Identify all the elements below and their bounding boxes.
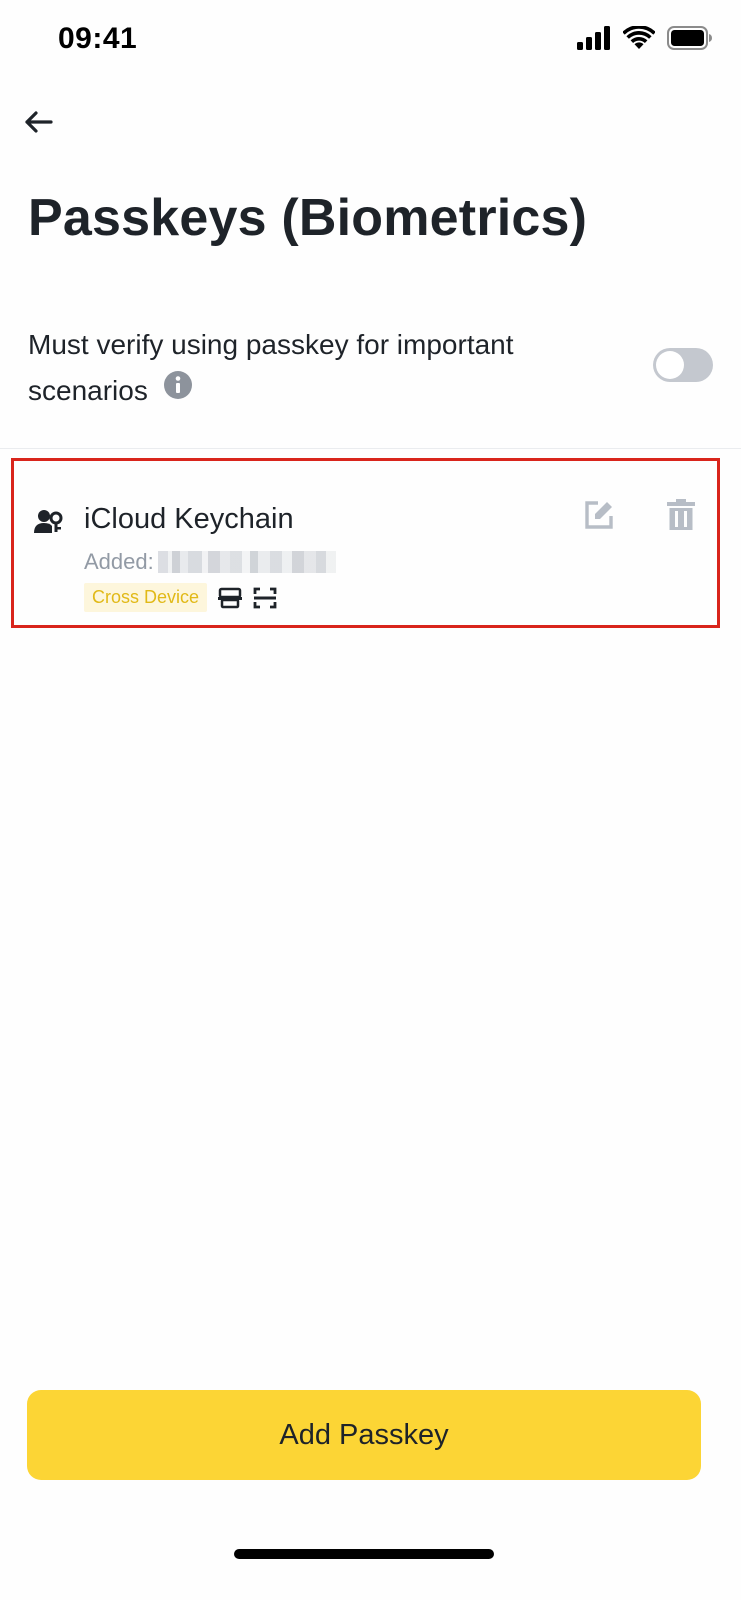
battery-icon	[667, 25, 713, 55]
verify-setting-row: Must verify using passkey for important …	[28, 322, 713, 412]
add-passkey-button[interactable]: Add Passkey	[27, 1390, 701, 1480]
delete-passkey-button[interactable]	[663, 497, 699, 533]
verify-passkey-toggle[interactable]	[653, 348, 713, 382]
signal-icon	[577, 25, 611, 55]
back-button[interactable]	[18, 102, 58, 142]
passkey-added: Added:	[84, 549, 336, 575]
edit-icon	[585, 501, 613, 529]
divider	[0, 448, 741, 449]
user-key-icon	[34, 509, 64, 540]
info-icon[interactable]	[163, 367, 192, 413]
setting-text: Must verify using passkey for important …	[28, 322, 608, 414]
cross-device-badge: Cross Device	[84, 583, 208, 612]
trash-icon	[667, 499, 695, 530]
qr-scan-icon	[253, 587, 277, 609]
arrow-left-icon	[25, 111, 53, 133]
device-sync-icon	[217, 587, 243, 609]
setting-label: Must verify using passkey for important …	[28, 329, 514, 406]
wifi-icon	[622, 24, 656, 55]
passkeys-screen: 09:41 Passkeys (Biometrics) Must verify …	[0, 0, 741, 1600]
home-indicator	[234, 1549, 494, 1559]
passkey-tags: Cross Device	[84, 583, 277, 612]
toggle-knob	[656, 351, 684, 379]
status-bar: 09:41	[0, 0, 741, 82]
page-title: Passkeys (Biometrics)	[28, 189, 588, 247]
redacted-date	[157, 551, 336, 573]
added-label: Added:	[84, 549, 154, 574]
edit-passkey-button[interactable]	[581, 497, 617, 533]
passkey-item-card: iCloud Keychain Added: Cross Device	[11, 458, 720, 628]
status-icons	[577, 24, 713, 55]
passkey-name: iCloud Keychain	[84, 503, 294, 535]
status-time: 09:41	[58, 22, 138, 55]
